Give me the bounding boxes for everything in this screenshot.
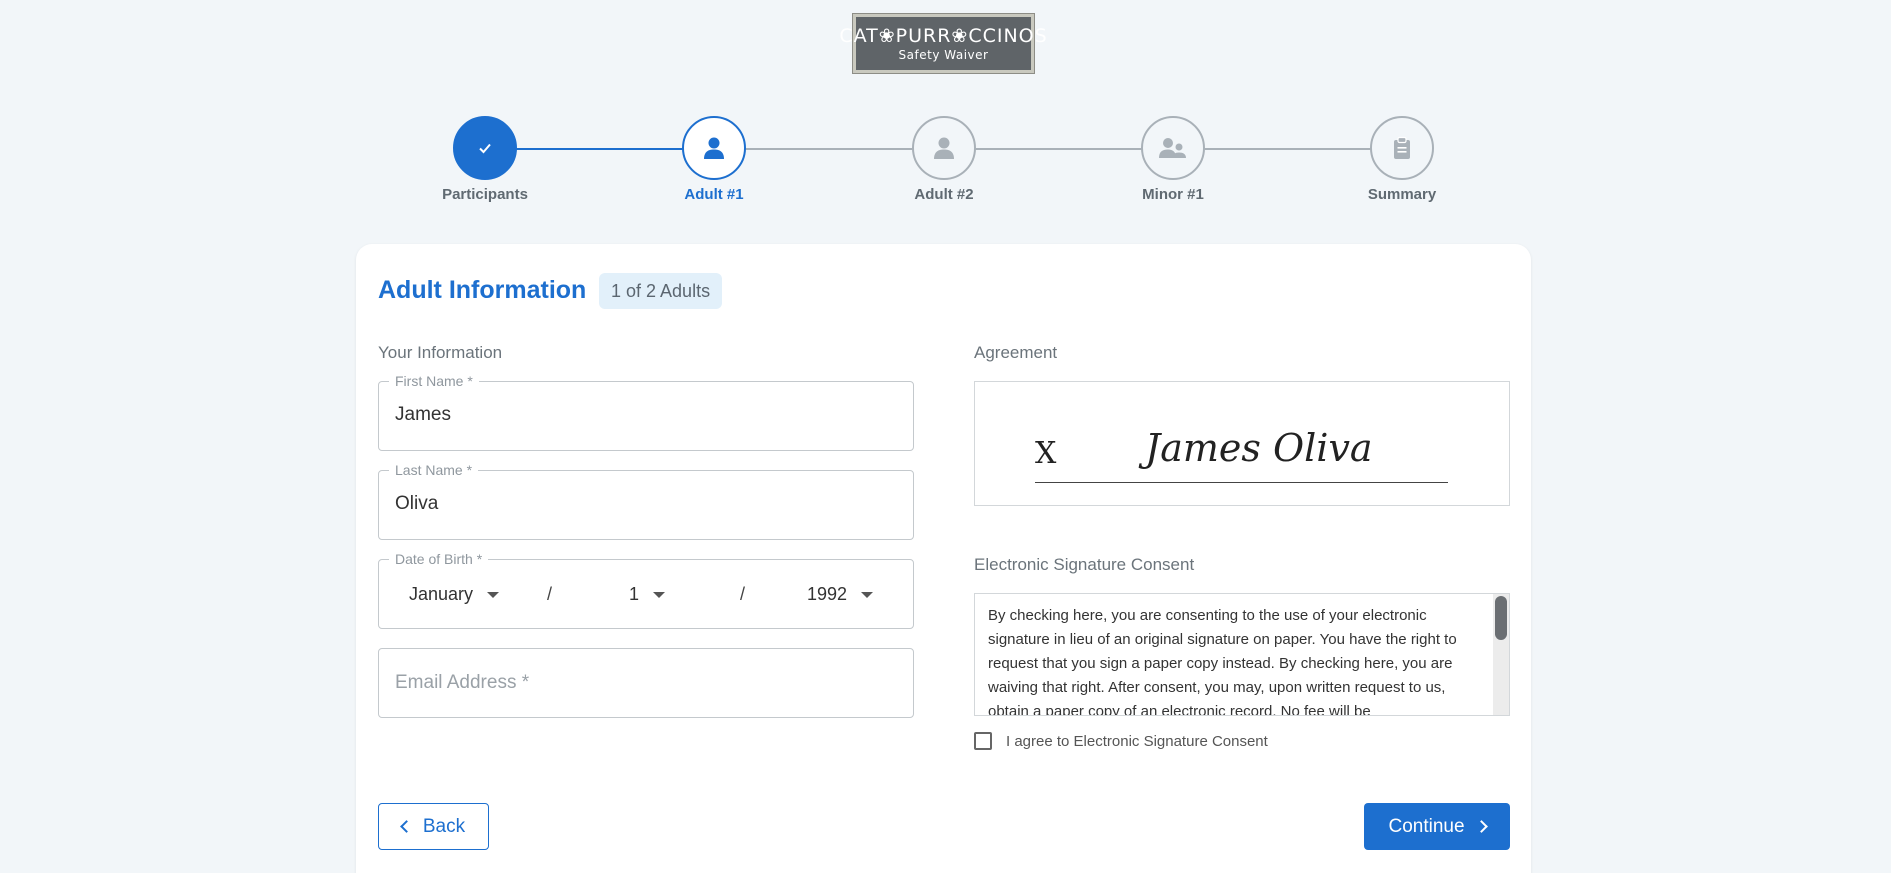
step-participants[interactable]: Participants	[425, 116, 545, 203]
step-adult-1[interactable]: Adult #1	[654, 116, 774, 203]
signature-line	[1035, 482, 1448, 483]
signature-pad[interactable]: X James Oliva	[974, 381, 1510, 506]
email-input[interactable]	[379, 649, 913, 717]
logo-title: CAT❀PURR❀CCINOS	[839, 24, 1048, 47]
dob-year-select[interactable]: 1992	[807, 584, 874, 605]
step-label: Summary	[1367, 186, 1437, 203]
back-button[interactable]: Back	[378, 803, 489, 850]
back-button-label: Back	[422, 815, 466, 837]
dob-month-select[interactable]: January	[409, 584, 500, 605]
dob-separator: /	[740, 584, 746, 604]
chevron-right-icon	[1474, 820, 1488, 833]
email-field	[378, 648, 914, 718]
progress-stepper: Participants Adult #1 Adult #2 Minor #1 …	[0, 116, 1891, 206]
step-adult-2[interactable]: Adult #2	[884, 116, 1004, 203]
your-information-label: Your Information	[378, 343, 503, 362]
consent-scrollbar[interactable]	[1493, 594, 1509, 715]
last-name-field[interactable]: Last Name * Oliva	[378, 462, 914, 540]
agreement-label: Agreement	[974, 343, 1058, 362]
consent-checkbox[interactable]	[974, 732, 992, 750]
consent-label: Electronic Signature Consent	[974, 555, 1195, 574]
last-name-value: Oliva	[395, 493, 439, 514]
person-child-icon	[1141, 116, 1205, 180]
signature-x-mark: X	[1035, 436, 1057, 471]
clipboard-icon	[1370, 116, 1434, 180]
step-label: Participants	[442, 186, 528, 203]
dob-month-value: January	[409, 584, 474, 604]
dob-year-value: 1992	[807, 584, 848, 604]
chevron-left-icon	[400, 820, 413, 833]
consent-agree-label[interactable]: I agree to Electronic Signature Consent	[1006, 733, 1268, 750]
caret-down-icon	[487, 591, 500, 598]
first-name-field[interactable]: First Name * James	[378, 373, 914, 451]
adult-count-badge: 1 of 2 Adults	[599, 273, 723, 309]
person-icon	[912, 116, 976, 180]
continue-button[interactable]: Continue	[1364, 803, 1510, 850]
dob-day-select[interactable]: 1	[629, 584, 666, 605]
date-of-birth-field: Date of Birth * January / 1 / 1992	[378, 551, 914, 629]
step-label: Adult #2	[914, 186, 974, 203]
consent-scrollbar-thumb[interactable]	[1495, 596, 1507, 640]
date-of-birth-label: Date of Birth *	[389, 551, 489, 567]
caret-down-icon	[653, 591, 666, 598]
consent-agree-row[interactable]: I agree to Electronic Signature Consent	[974, 732, 1268, 750]
step-minor-1[interactable]: Minor #1	[1113, 116, 1233, 203]
dob-separator: /	[547, 584, 553, 604]
last-name-label: Last Name *	[389, 462, 479, 478]
logo-subtitle: Safety Waiver	[898, 47, 989, 62]
adult-info-card: Adult Information 1 of 2 Adults Your Inf…	[356, 244, 1531, 873]
check-icon	[453, 116, 517, 180]
page-title: Adult Information	[378, 276, 587, 304]
dob-day-value: 1	[629, 584, 640, 604]
caret-down-icon	[861, 591, 874, 598]
consent-text-box[interactable]: By checking here, you are consenting to …	[974, 593, 1510, 716]
brand-logo: CAT❀PURR❀CCINOS Safety Waiver	[839, 13, 1047, 74]
signature-text: James Oliva	[1145, 426, 1373, 470]
continue-button-label: Continue	[1388, 815, 1465, 837]
first-name-value: James	[395, 404, 451, 425]
first-name-label: First Name *	[389, 373, 479, 389]
consent-text: By checking here, you are consenting to …	[988, 607, 1457, 716]
step-label: Adult #1	[684, 186, 744, 203]
person-icon	[682, 116, 746, 180]
step-summary[interactable]: Summary	[1342, 116, 1462, 203]
step-label: Minor #1	[1142, 186, 1204, 203]
